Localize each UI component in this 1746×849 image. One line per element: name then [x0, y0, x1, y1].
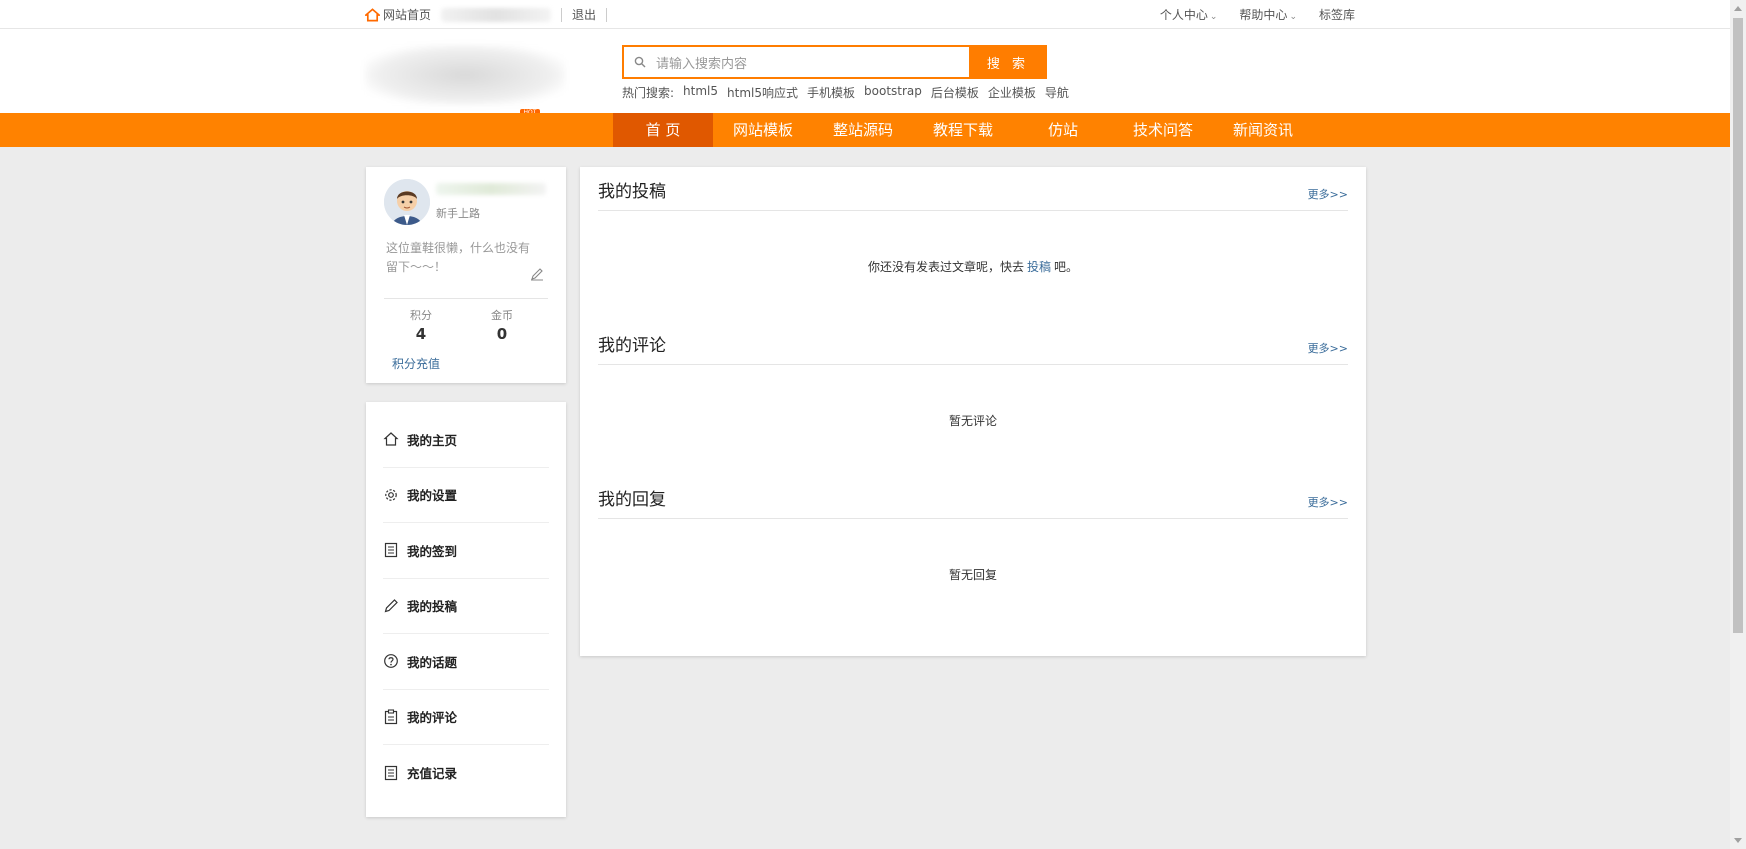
empty-message: 你还没有发表过文章呢，快去 [867, 259, 1024, 274]
menu-item-label: 我的话题 [407, 654, 458, 670]
recharge-link[interactable]: 积分充值 [392, 355, 440, 372]
more-link[interactable]: 更多>> [1308, 494, 1348, 510]
stat-label: 金币 [491, 309, 513, 322]
main-panel: 我的投稿 更多>> 你还没有发表过文章呢，快去 投稿 吧。 我的评论 更多>> … [580, 167, 1366, 656]
list-icon [384, 765, 398, 780]
menu-item-label: 我的主页 [407, 432, 458, 448]
hot-search-term[interactable]: html5 [683, 84, 718, 101]
hot-search-term[interactable]: 手机模板 [807, 84, 855, 101]
hot-search-term[interactable]: 导航 [1045, 84, 1069, 101]
stat-points: 积分 4 [391, 307, 451, 343]
pencil-icon [384, 598, 398, 613]
profile-name-blurred [436, 183, 546, 195]
user-menu: 我的主页 我的设置 我的签到 我的投稿 我的话题 我的评论 充值记录 [366, 402, 566, 817]
search-icon [634, 56, 646, 68]
home-icon [383, 432, 399, 446]
section-header-comments: 我的评论 更多>> [598, 321, 1348, 365]
chevron-down-icon: ⌄ [1289, 12, 1297, 22]
menu-item-label: 我的评论 [407, 710, 458, 726]
home-icon [365, 7, 380, 21]
submit-link[interactable]: 投稿 [1027, 258, 1051, 275]
logout-link[interactable]: 退出 [572, 6, 596, 23]
avatar-image [384, 179, 430, 225]
page-scrollbar[interactable] [1730, 0, 1746, 849]
top-right-links: 个人中心 ⌄ 帮助中心 ⌄ 标签库 [1160, 6, 1355, 23]
personal-center-label: 个人中心 [1159, 8, 1208, 22]
menu-item-checkin[interactable]: 我的签到 [383, 523, 549, 579]
hot-search-term[interactable]: html5响应式 [727, 84, 798, 101]
menu-item-label: 充值记录 [407, 766, 458, 782]
section-title: 我的回复 [598, 490, 666, 510]
menu-item-label: 我的投稿 [407, 599, 458, 615]
scroll-down-arrow-icon[interactable] [1734, 838, 1742, 843]
search-placeholder: 请输入搜索内容 [656, 56, 748, 72]
menu-item-label: 我的设置 [407, 488, 458, 504]
nav-item-news[interactable]: 新闻资讯 [1213, 113, 1313, 147]
site-home-link[interactable]: 网站首页 [365, 6, 431, 23]
section-empty-comments: 暂无评论 [598, 365, 1348, 475]
username-blurred [441, 7, 552, 22]
divider [561, 7, 563, 22]
top-bar: 网站首页 退出 个人中心 ⌄ 帮助中心 ⌄ 标签库 [0, 0, 1730, 29]
menu-item-topics[interactable]: 我的话题 [383, 634, 549, 690]
divider [384, 298, 548, 299]
stat-value: 0 [496, 325, 508, 343]
hot-search-term[interactable]: 后台模板 [931, 84, 979, 101]
edit-icon[interactable] [530, 267, 544, 281]
section-title: 我的投稿 [598, 182, 666, 202]
nav-item-tutorials[interactable]: 教程下载 [913, 113, 1013, 147]
user-level: 新手上路 [436, 207, 480, 220]
search-input[interactable]: 请输入搜索内容 [622, 45, 969, 79]
section-header-submissions: 我的投稿 更多>> [598, 167, 1348, 211]
nav-item-home[interactable]: 首 页 [613, 113, 713, 147]
site-logo[interactable] [365, 45, 565, 105]
search-bar: 请输入搜索内容 搜 索 [622, 45, 1047, 79]
site-home-label: 网站首页 [383, 8, 432, 22]
list-icon [384, 543, 398, 558]
personal-center-link[interactable]: 个人中心 ⌄ [1160, 6, 1218, 23]
menu-item-comments[interactable]: 我的评论 [383, 690, 549, 745]
stat-value: 4 [415, 325, 427, 343]
empty-message: 暂无评论 [948, 413, 997, 428]
clipboard-icon [384, 709, 398, 724]
hot-search-term[interactable]: 企业模板 [988, 84, 1036, 101]
main-nav: 首 页 网站模板 整站源码 教程下载 仿站 技术问答 新闻资讯 [0, 113, 1730, 147]
more-link[interactable]: 更多>> [1308, 340, 1348, 356]
section-header-replies: 我的回复 更多>> [598, 475, 1348, 519]
nav-item-source[interactable]: 整站源码 [813, 113, 913, 147]
help-center-link[interactable]: 帮助中心 ⌄ [1239, 6, 1297, 23]
stat-label: 积分 [410, 309, 432, 322]
search-button[interactable]: 搜 索 [969, 45, 1047, 79]
scroll-up-arrow-icon[interactable] [1734, 6, 1742, 11]
scrollbar-thumb[interactable] [1733, 18, 1743, 633]
chevron-down-icon: ⌄ [1209, 12, 1218, 22]
site-header: HOT 请输入搜索内容 搜 索 热门搜索: html5 html5响应式 手机模… [0, 29, 1730, 117]
question-icon [384, 654, 398, 669]
hot-search-label: 热门搜索: [622, 86, 675, 100]
tag-library-link[interactable]: 标签库 [1319, 6, 1355, 23]
section-empty-replies: 暂无回复 [598, 519, 1348, 629]
nav-item-templates[interactable]: 网站模板 [713, 113, 813, 147]
more-link[interactable]: 更多>> [1308, 186, 1348, 202]
menu-item-recharge-history[interactable]: 充值记录 [383, 745, 549, 801]
menu-item-settings[interactable]: 我的设置 [383, 468, 549, 523]
gear-icon [385, 488, 397, 501]
nav-item-clone[interactable]: 仿站 [1013, 113, 1113, 147]
divider [606, 7, 608, 22]
profile-card: 新手上路 这位童鞋很懒，什么也没有留下～～！ 积分 4 金币 0 积分充值 [366, 167, 566, 383]
menu-item-label: 我的签到 [407, 543, 458, 559]
empty-message: 暂无回复 [948, 567, 997, 582]
menu-item-submissions[interactable]: 我的投稿 [383, 579, 549, 634]
empty-message-suffix: 吧。 [1054, 259, 1079, 274]
avatar[interactable] [384, 179, 430, 225]
menu-item-home[interactable]: 我的主页 [383, 412, 549, 468]
hot-search-term[interactable]: bootstrap [864, 84, 922, 101]
section-empty-submissions: 你还没有发表过文章呢，快去 投稿 吧。 [598, 211, 1348, 321]
help-center-label: 帮助中心 [1239, 8, 1288, 22]
nav-item-qa[interactable]: 技术问答 [1113, 113, 1213, 147]
user-bio: 这位童鞋很懒，什么也没有留下～～！ [386, 241, 531, 274]
hot-searches: 热门搜索: html5 html5响应式 手机模板 bootstrap 后台模板… [622, 84, 1069, 101]
section-title: 我的评论 [598, 336, 666, 356]
stat-coins: 金币 0 [472, 307, 532, 343]
